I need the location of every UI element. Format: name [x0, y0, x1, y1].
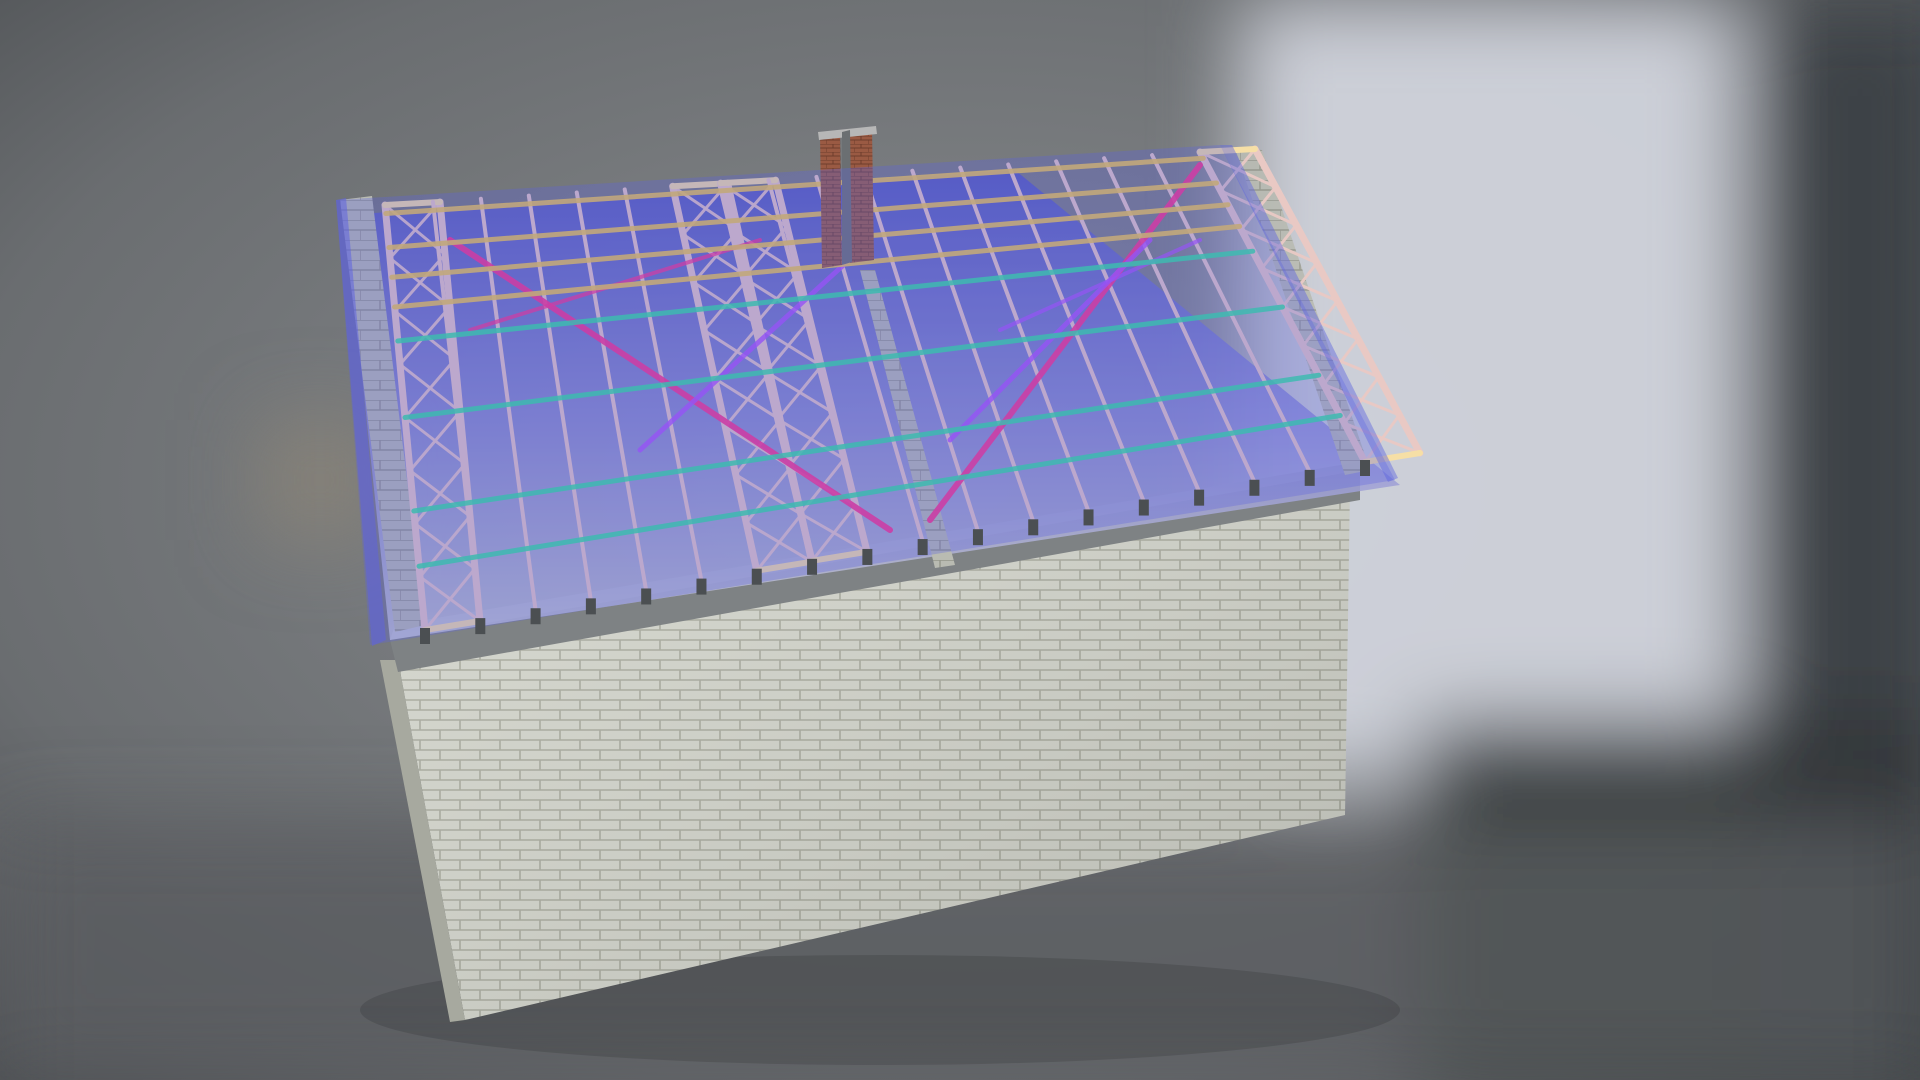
rafter-foot — [1194, 489, 1205, 506]
rafter-foot — [585, 598, 596, 615]
rafter-foot — [530, 608, 541, 625]
rafter-foot — [917, 539, 928, 556]
rafter-foot — [641, 588, 652, 605]
rafter-foot — [1028, 519, 1039, 536]
rafter-foot — [475, 618, 486, 635]
rafter-foot — [1138, 499, 1149, 516]
rafter-foot — [807, 558, 818, 575]
3d-model-viewport[interactable] — [0, 0, 1920, 1080]
rafter-foot — [420, 628, 430, 644]
rafter-foot — [1083, 509, 1094, 526]
rafter-foot — [1304, 469, 1315, 486]
rafter-foot — [696, 578, 707, 595]
roof-truss-model — [336, 126, 1424, 1065]
rafter-foot — [1249, 479, 1260, 496]
rafter-foot — [1360, 460, 1370, 476]
rafter-foot — [751, 568, 762, 585]
rafter-foot — [972, 529, 983, 546]
rafter-foot — [862, 548, 873, 565]
